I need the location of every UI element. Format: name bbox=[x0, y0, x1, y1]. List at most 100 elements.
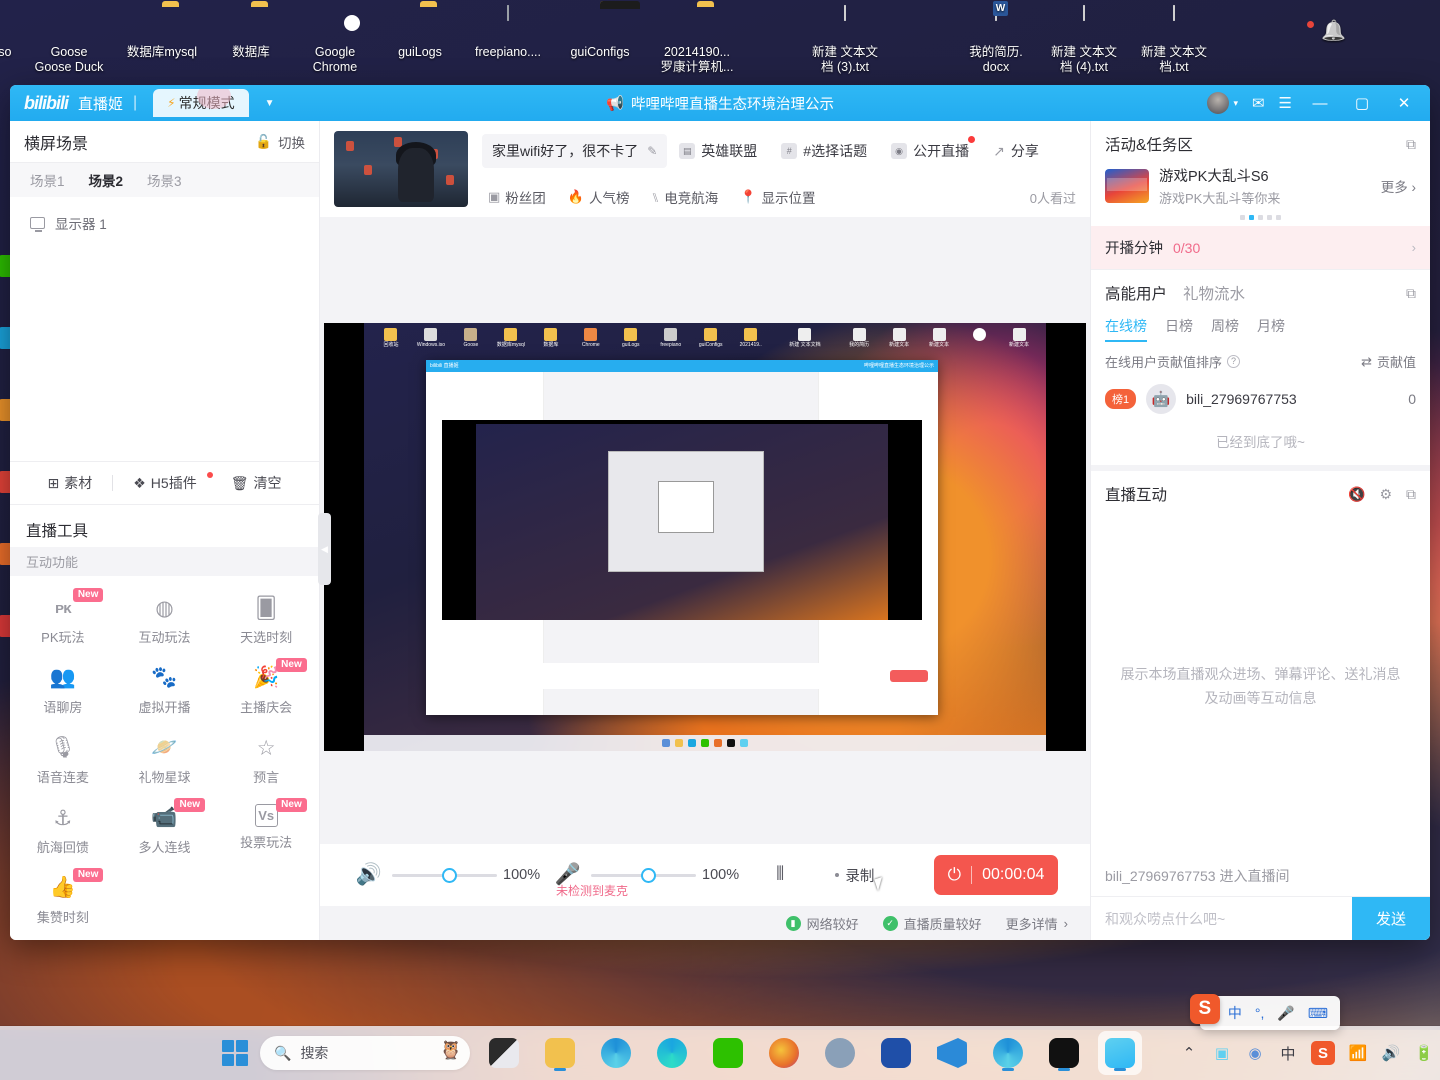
show-hidden-icons-icon[interactable]: ⌃ bbox=[1179, 1044, 1199, 1062]
share-chip[interactable]: ↗ 分享 bbox=[981, 134, 1051, 168]
tool-prediction[interactable]: ☆ 预言 bbox=[215, 726, 317, 792]
mail-icon[interactable]: ✉ bbox=[1252, 94, 1265, 112]
ime-punctuation-toggle[interactable]: °, bbox=[1255, 1005, 1265, 1021]
tool-multi-connect[interactable]: 📹 New 多人连线 bbox=[114, 796, 216, 862]
chat-input[interactable]: 和观众唠点什么吧~ bbox=[1091, 909, 1352, 929]
send-button[interactable]: 发送 bbox=[1352, 896, 1430, 940]
tool-gift-planet[interactable]: 🪐 礼物星球 bbox=[114, 726, 216, 792]
audio-mixer-icon[interactable]: ⦀ bbox=[776, 864, 784, 886]
popout-icon[interactable]: ⧉ bbox=[1406, 136, 1416, 153]
battery-icon[interactable]: 🔋 bbox=[1414, 1044, 1434, 1062]
scene-tab-3[interactable]: 场景3 bbox=[139, 170, 190, 190]
location-chip[interactable]: 📍 显示位置 bbox=[740, 187, 815, 207]
bilibili-tray-icon[interactable]: ▣ bbox=[1212, 1044, 1232, 1062]
mic-icon[interactable]: 🎤 bbox=[1277, 1005, 1294, 1022]
popout-icon[interactable]: ⧉ bbox=[1406, 285, 1416, 302]
speaker-volume-slider[interactable] bbox=[392, 866, 497, 884]
tool-voice-mic-link[interactable]: 🎙 语音连麦 bbox=[12, 726, 114, 792]
carousel-dot[interactable] bbox=[1276, 215, 1281, 220]
taskbar-edge-dev-button[interactable] bbox=[594, 1031, 638, 1075]
settings-gear-icon[interactable]: ⚙ bbox=[1379, 486, 1392, 503]
rank-tab-online[interactable]: 在线榜 bbox=[1105, 316, 1147, 342]
privacy-chip[interactable]: ◉ 公开直播 bbox=[879, 134, 981, 168]
tool-voice-room[interactable]: 👥 语聊房 bbox=[12, 656, 114, 722]
popout-icon[interactable]: ⧉ bbox=[1406, 486, 1416, 503]
fan-club-chip[interactable]: ▣ 粉丝团 bbox=[488, 187, 546, 207]
tool-voyage-reward[interactable]: ⚓ 航海回馈 bbox=[12, 796, 114, 862]
desktop-icon-20214190[interactable]: 20214190... 罗康计算机... bbox=[647, 2, 747, 75]
popularity-rank-chip[interactable]: 🔥 人气榜 bbox=[568, 187, 630, 207]
search-input[interactable]: 🔍 搜索 🦉 bbox=[260, 1036, 470, 1070]
clear-button[interactable]: 🗑 清空 bbox=[217, 473, 296, 493]
close-button[interactable]: ✕ bbox=[1390, 94, 1418, 112]
mute-icon[interactable]: 🔇 bbox=[1348, 486, 1365, 503]
layer-item-monitor[interactable]: 显示器 1 bbox=[24, 209, 305, 237]
keyboard-icon[interactable]: ⌨ bbox=[1308, 1005, 1328, 1022]
record-button[interactable]: 录制 bbox=[835, 865, 874, 886]
activity-more-link[interactable]: 更多 › bbox=[1381, 176, 1416, 196]
desktop-icon-db[interactable]: 数据库 bbox=[209, 2, 293, 60]
desktop-icon-mysql-db[interactable]: 数据库mysql bbox=[115, 2, 209, 60]
task-row[interactable]: 开播分钟 0/30 › bbox=[1091, 226, 1430, 269]
app-tray-icon[interactable]: ◉ bbox=[1245, 1044, 1265, 1062]
esports-voyage-chip[interactable]: ⑊ 电竞航海 bbox=[651, 187, 718, 207]
stream-preview[interactable]: 回收站 Windows.iso Goose 数据库mysql 数据库 Chrome g… bbox=[324, 322, 1086, 751]
panel-collapse-handle[interactable]: ◀ bbox=[318, 513, 331, 585]
stream-cover-thumbnail[interactable] bbox=[334, 131, 468, 207]
tool-vote[interactable]: Vs New 投票玩法 bbox=[215, 796, 317, 862]
avatar[interactable] bbox=[1207, 92, 1230, 114]
avatar-chevron-icon[interactable]: ▾ bbox=[1233, 98, 1238, 109]
desktop-icon-google-chrome[interactable]: Google Chrome bbox=[293, 2, 377, 75]
h5-plugin-button[interactable]: ❖ H5插件 bbox=[119, 472, 213, 493]
mode-selector[interactable]: ⚡ 常规模式 bbox=[153, 89, 249, 117]
scene-switch-button[interactable]: 🔓 切换 bbox=[255, 132, 305, 152]
taskbar-edge-dev2-button[interactable] bbox=[986, 1031, 1030, 1075]
stop-live-button[interactable]: ⏻ 00:00:04 bbox=[934, 855, 1058, 895]
topic-chip[interactable]: # #选择话题 bbox=[769, 134, 879, 168]
sogou-ime-icon[interactable]: S bbox=[1189, 994, 1220, 1024]
tool-lucky-draw[interactable]: 🂠 天选时刻 bbox=[215, 586, 317, 652]
desktop-icon-goose-goose-duck[interactable]: Goose Goose Duck bbox=[23, 2, 115, 75]
rank-sort-button[interactable]: ⇄ 贡献值 bbox=[1361, 352, 1416, 371]
taskbar-lol-client-button[interactable] bbox=[874, 1031, 918, 1075]
tool-virtual-avatar[interactable]: 🐾 虚拟开播 bbox=[114, 656, 216, 722]
desktop-icon-newtext4[interactable]: 新建 文本文 档 (4).txt bbox=[1039, 2, 1129, 75]
high-energy-users-tab[interactable]: 高能用户 bbox=[1105, 282, 1167, 304]
more-details-link[interactable]: 更多详情 › bbox=[1006, 914, 1068, 933]
help-icon[interactable]: ? bbox=[1227, 355, 1241, 368]
maximize-button[interactable]: ▢ bbox=[1348, 94, 1376, 112]
rank-tab-weekly[interactable]: 周榜 bbox=[1211, 316, 1239, 342]
minimize-button[interactable]: — bbox=[1306, 95, 1334, 112]
ime-language-toggle[interactable]: 中 bbox=[1228, 1003, 1242, 1023]
scene-tab-1[interactable]: 场景1 bbox=[22, 170, 73, 190]
sogou-ime-icon[interactable]: S bbox=[1311, 1041, 1335, 1065]
desktop-icon-vs-iso[interactable]: vs.iso bbox=[0, 2, 23, 60]
windows-start-icon[interactable] bbox=[222, 1040, 248, 1066]
volume-icon[interactable]: 🔊 bbox=[1381, 1044, 1401, 1062]
taskbar-edge-button[interactable] bbox=[650, 1031, 694, 1075]
carousel-dot[interactable] bbox=[1258, 215, 1263, 220]
edit-icon[interactable]: ✎ bbox=[647, 144, 657, 158]
notification-bell-button[interactable] bbox=[1281, 2, 1361, 28]
desktop-icon-freepiano[interactable]: freepiano.... bbox=[463, 2, 553, 60]
taskbar-task-view-button[interactable] bbox=[482, 1031, 526, 1075]
menu-icon[interactable]: ☰ bbox=[1279, 94, 1292, 112]
desktop-icon-guilogs[interactable]: guiLogs bbox=[377, 2, 463, 60]
announcement-bar[interactable]: 📢 哔哩哔哩直播生态环境治理公示 bbox=[606, 93, 834, 114]
wifi-icon[interactable]: 📶 bbox=[1348, 1044, 1368, 1062]
tool-interactive-play[interactable]: ◍ 互动玩法 bbox=[114, 586, 216, 652]
task-arrow-icon[interactable]: › bbox=[1412, 240, 1416, 255]
quality-status[interactable]: ✓ 直播质量较好 bbox=[882, 914, 982, 933]
activity-card[interactable]: 游戏PK大乱斗S6 游戏PK大乱斗等你来 更多 › bbox=[1091, 163, 1430, 213]
speaker-icon[interactable]: 🔊 bbox=[352, 863, 386, 887]
taskbar-bilibili-live-button[interactable] bbox=[1098, 1031, 1142, 1075]
desktop-icon-newtext3[interactable]: 新建 文本文 档 (3).txt bbox=[789, 2, 901, 75]
gift-flow-tab[interactable]: 礼物流水 bbox=[1183, 282, 1245, 304]
rank-list-item[interactable]: 榜1 🤖 bili_27969767753 0 bbox=[1091, 377, 1430, 421]
category-chip[interactable]: ▤ 英雄联盟 bbox=[667, 134, 769, 168]
desktop-icon-newtext[interactable]: 新建 文本文 档.txt bbox=[1129, 2, 1219, 75]
taskbar-wechat-button[interactable] bbox=[706, 1031, 750, 1075]
ime-indicator[interactable]: 中 bbox=[1278, 1043, 1298, 1064]
taskbar-tiktok-button[interactable] bbox=[1042, 1031, 1086, 1075]
add-material-button[interactable]: ⊞ 素材 bbox=[34, 473, 107, 493]
